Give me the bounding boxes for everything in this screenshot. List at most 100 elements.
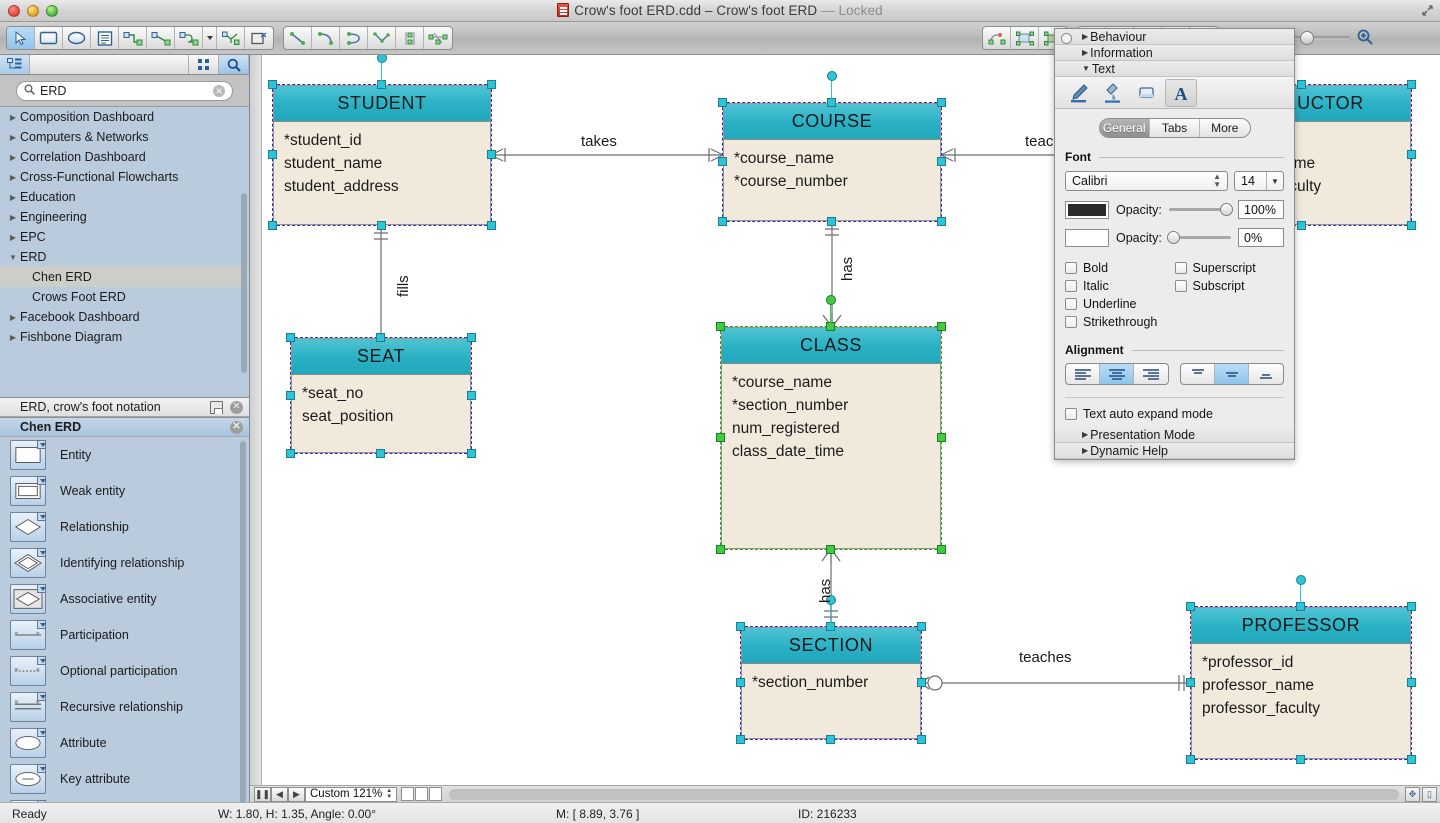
section-dynamic-help[interactable]: ▶ Dynamic Help (1055, 443, 1294, 459)
library-item-key-attribute[interactable]: Key attribute (0, 761, 249, 797)
thumb-menu-icon[interactable] (37, 548, 46, 557)
zoom-slider-handle[interactable] (1300, 31, 1314, 45)
resize-handle-bl[interactable] (286, 449, 295, 458)
rotation-handle[interactable] (827, 71, 837, 81)
font-family-select[interactable]: Calibri ▲▼ (1065, 171, 1228, 191)
background-opacity-value[interactable]: 0% (1238, 228, 1284, 247)
fit-page-icon[interactable]: ▯ (1422, 787, 1437, 802)
library-scrollbar[interactable] (240, 441, 246, 802)
resize-handle-bc[interactable] (377, 221, 386, 230)
connector-dropdown-icon[interactable] (203, 27, 217, 49)
pause-icon[interactable]: ❚❚ (254, 787, 271, 802)
tree-item-epc[interactable]: ▶EPC (0, 227, 249, 247)
close-window-button[interactable] (8, 5, 20, 17)
entity-student[interactable]: STUDENT*student_idstudent_namestudent_ad… (273, 85, 491, 225)
chevron-right-icon[interactable]: ▶ (6, 133, 20, 142)
text-opacity-handle[interactable] (1220, 203, 1233, 216)
next-page-icon[interactable]: ▶ (288, 787, 305, 802)
resize-handle-br[interactable] (467, 449, 476, 458)
two-page-icon[interactable] (415, 787, 428, 801)
inspector-pin-radio[interactable] (1061, 33, 1072, 44)
resize-handle-bl[interactable] (736, 735, 745, 744)
multi-page-icon[interactable] (429, 787, 442, 801)
section-information[interactable]: ▶Information (1055, 45, 1294, 61)
pen-tool-icon[interactable] (1063, 79, 1095, 107)
thumb-menu-icon[interactable] (37, 512, 46, 521)
checkbox-box[interactable] (1065, 298, 1077, 310)
resize-handle-ml[interactable] (718, 157, 727, 166)
chevron-right-icon[interactable]: ▶ (6, 193, 20, 202)
minimize-window-button[interactable] (27, 5, 39, 17)
checkbox-subscript[interactable]: Subscript (1175, 277, 1285, 295)
checkbox-box[interactable] (1175, 262, 1187, 274)
library-header-chen-erd[interactable]: Chen ERD✕ (0, 417, 249, 437)
checkbox-strikethrough[interactable]: Strikethrough (1065, 313, 1175, 331)
close-icon[interactable]: ✕ (230, 401, 243, 414)
library-item-weak-entity[interactable]: Weak entity (0, 473, 249, 509)
rounded-connector-icon[interactable] (175, 27, 203, 49)
checkbox-superscript[interactable]: Superscript (1175, 259, 1285, 277)
resize-handle-tr[interactable] (917, 622, 926, 631)
close-icon[interactable]: ✕ (230, 421, 243, 434)
tree-item-chen-erd[interactable]: Chen ERD (0, 267, 249, 287)
horizontal-scroll-track[interactable] (449, 789, 1399, 800)
resize-handle-br[interactable] (937, 217, 946, 226)
library-item-recursive-relationship[interactable]: Recursive relationship (0, 689, 249, 725)
relationship-label-has[interactable]: has (839, 257, 856, 281)
zoom-in-icon[interactable] (1356, 28, 1374, 49)
entity-class[interactable]: CLASS*course_name*section_numbernum_regi… (721, 327, 941, 549)
background-color-swatch[interactable] (1065, 229, 1109, 247)
tree-item-computers-networks[interactable]: ▶Computers & Networks (0, 127, 249, 147)
resize-handle-ml[interactable] (1186, 678, 1195, 687)
text-opacity-value[interactable]: 100% (1238, 200, 1284, 219)
section-text[interactable]: ▼Text (1055, 61, 1294, 77)
tree-item-cross-functional-flowcharts[interactable]: ▶Cross-Functional Flowcharts (0, 167, 249, 187)
resize-handle-bl[interactable] (718, 217, 727, 226)
checkbox-text-auto-expand[interactable]: Text auto expand mode (1065, 407, 1284, 421)
resize-handle-bl[interactable] (716, 545, 725, 554)
resize-handle-bl[interactable] (1186, 755, 1195, 764)
align-middle-icon[interactable] (1215, 364, 1249, 384)
tab-general[interactable]: General (1100, 119, 1150, 137)
library-item-optional-participation[interactable]: Optional participation (0, 653, 249, 689)
fill-tool-icon[interactable] (1097, 79, 1129, 107)
tree-item-crows-foot-erd[interactable]: Crows Foot ERD (0, 287, 249, 307)
resize-handle-ml[interactable] (268, 150, 277, 159)
rotation-handle[interactable] (826, 295, 836, 305)
background-opacity-handle[interactable] (1167, 231, 1180, 244)
thumb-menu-icon[interactable] (37, 620, 46, 629)
rectangle-icon[interactable] (35, 27, 63, 49)
thumb-menu-icon[interactable] (37, 656, 46, 665)
smart-connector-icon[interactable] (217, 27, 245, 49)
left-panel-tab-blank[interactable] (30, 55, 189, 74)
resize-handle-bc[interactable] (826, 735, 835, 744)
resize-handle-tl[interactable] (268, 80, 277, 89)
tree-item-fishbone-diagram[interactable]: ▶Fishbone Diagram (0, 327, 249, 347)
resize-handle-tl[interactable] (736, 622, 745, 631)
checkbox-box[interactable] (1065, 316, 1077, 328)
checkbox-underline[interactable]: Underline (1065, 295, 1175, 313)
arc-icon[interactable] (312, 27, 340, 49)
chevron-down-icon[interactable]: ▼ (6, 253, 20, 262)
clear-icon[interactable]: ✕ (213, 85, 225, 97)
relationship-label-fills[interactable]: fills (395, 275, 412, 297)
ellipse-icon[interactable] (63, 27, 91, 49)
save-icon[interactable] (210, 401, 223, 414)
resize-handle-mr[interactable] (1407, 150, 1416, 159)
library-item-identifying-relationship[interactable]: Identifying relationship (0, 545, 249, 581)
resize-handle-ml[interactable] (716, 433, 725, 442)
resize-handle-bc[interactable] (1297, 221, 1306, 230)
entity-seat[interactable]: SEAT*seat_noseat_position (291, 338, 471, 453)
zoom-level-field[interactable]: Custom 121% ▲▼ (305, 787, 397, 802)
fullscreen-icon[interactable] (1420, 4, 1434, 18)
resize-handle-br[interactable] (487, 221, 496, 230)
thumb-menu-icon[interactable] (37, 440, 46, 449)
resize-handle-br[interactable] (937, 545, 946, 554)
thumb-menu-icon[interactable] (37, 728, 46, 737)
relationship-label-has[interactable]: has (817, 579, 834, 603)
resize-handle-br[interactable] (1407, 755, 1416, 764)
search-icon[interactable] (219, 55, 249, 74)
align-bottom-icon[interactable] (1249, 364, 1283, 384)
resize-handle-tr[interactable] (467, 333, 476, 342)
background-opacity-slider[interactable] (1169, 236, 1231, 239)
